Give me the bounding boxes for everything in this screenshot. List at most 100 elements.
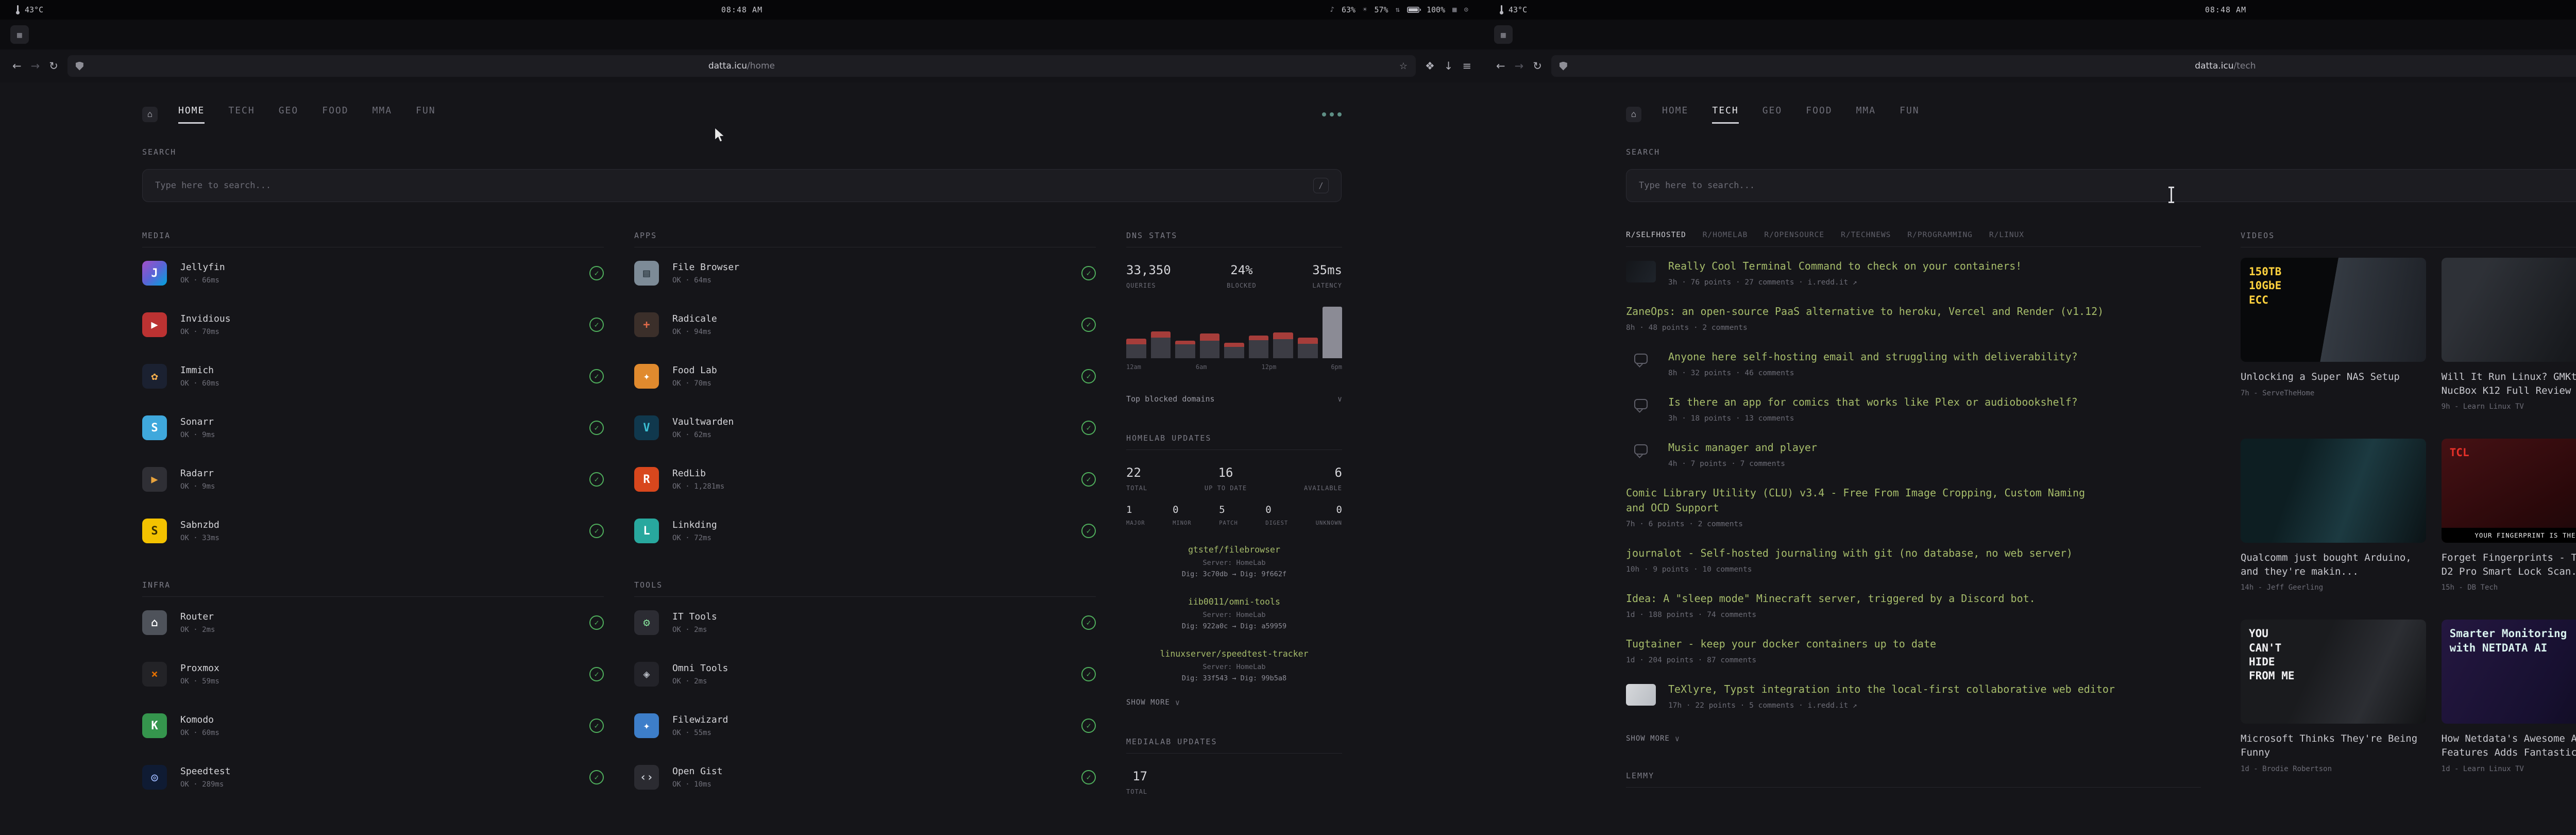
tab-food[interactable]: FOOD <box>322 105 348 124</box>
service-row[interactable]: V Vaultwarden OK · 62ms ✓ <box>634 402 1096 454</box>
search-input[interactable] <box>155 180 1313 191</box>
post-title[interactable]: Comic Library Utility (CLU) v3.4 - Free … <box>1626 486 2105 515</box>
browser-tab[interactable]: ▦ <box>10 25 29 44</box>
service-row[interactable]: ▶ Radarr OK · 9ms ✓ <box>142 454 604 505</box>
power-icon[interactable]: ⊙ <box>1464 6 1468 14</box>
update-image-name[interactable]: iib0011/omni-tools <box>1126 597 1342 607</box>
post-title[interactable]: TeXlyre, Typst integration into the loca… <box>1668 682 2115 697</box>
reddit-post[interactable]: Music manager and player 4h · 7 points ·… <box>1626 431 2201 477</box>
reload-button[interactable]: ↻ <box>49 60 58 72</box>
tray-icon[interactable]: ▦ <box>1452 6 1456 14</box>
update-image-name[interactable]: gtstef/filebrowser <box>1126 545 1342 555</box>
video-card[interactable]: Smarter Monitoring with NETDATA AI How N… <box>2442 620 2576 773</box>
service-row[interactable]: ✦ Filewizard OK · 55ms ✓ <box>634 700 1096 751</box>
tab-fun[interactable]: FUN <box>416 105 436 124</box>
service-row[interactable]: R RedLib OK · 1,281ms ✓ <box>634 454 1096 505</box>
update-image-name[interactable]: linuxserver/speedtest-tracker <box>1126 649 1342 659</box>
update-item[interactable]: gtstef/filebrowser Server: HomeLab Dig: … <box>1126 545 1342 578</box>
bookmark-star-icon[interactable]: ☆ <box>1399 61 1408 72</box>
reddit-post[interactable]: TeXlyre, Typst integration into the loca… <box>1626 673 2201 719</box>
service-row[interactable]: ✿ Immich OK · 60ms ✓ <box>142 350 604 402</box>
tab-opensource[interactable]: R/OPENSOURCE <box>1764 231 1824 239</box>
search-input[interactable] <box>1639 180 2576 191</box>
service-row[interactable]: K Komodo OK · 60ms ✓ <box>142 700 604 751</box>
post-title[interactable]: ZaneOps: an open-source PaaS alternative… <box>1626 304 2104 319</box>
video-title[interactable]: Qualcomm just bought Arduino, and they'r… <box>2241 551 2426 578</box>
post-title[interactable]: Really Cool Terminal Command to check on… <box>1668 259 2022 274</box>
video-card[interactable]: YOU CAN'T HIDE FROM ME Microsoft Thinks … <box>2241 620 2426 773</box>
url-bar[interactable]: datta.icu/home ☆ <box>67 55 1416 77</box>
tab-selfhosted[interactable]: R/SELFHOSTED <box>1626 231 1686 239</box>
search-box[interactable]: / <box>1626 169 2576 202</box>
video-thumbnail[interactable] <box>2241 439 2426 543</box>
service-row[interactable]: ✦ Food Lab OK · 70ms ✓ <box>634 350 1096 402</box>
tab-geo[interactable]: GEO <box>1762 105 1783 124</box>
reddit-post[interactable]: Idea: A "sleep mode" Minecraft server, t… <box>1626 582 2201 628</box>
service-row[interactable]: ⚙ IT Tools OK · 2ms ✓ <box>634 597 1096 648</box>
video-title[interactable]: How Netdata's Awesome AI Features Adds F… <box>2442 732 2576 759</box>
shield-icon[interactable] <box>1560 62 1567 71</box>
video-card[interactable]: Qualcomm just bought Arduino, and they'r… <box>2241 439 2426 592</box>
post-title[interactable]: Is there an app for comics that works li… <box>1668 395 2078 410</box>
reddit-post[interactable]: Is there an app for comics that works li… <box>1626 386 2201 431</box>
reddit-post[interactable]: Really Cool Terminal Command to check on… <box>1626 250 2201 295</box>
video-title[interactable]: Forget Fingerprints - The TCL D2 Pro Sma… <box>2442 551 2576 578</box>
service-row[interactable]: ▶ Invidious OK · 70ms ✓ <box>142 299 604 350</box>
service-row[interactable]: ▤ File Browser OK · 64ms ✓ <box>634 247 1096 299</box>
post-thumbnail[interactable] <box>1626 684 1656 706</box>
forward-button[interactable]: → <box>1515 60 1524 72</box>
tab-homelab[interactable]: R/HOMELAB <box>1703 231 1748 239</box>
video-card[interactable]: Will It Run Linux? GMKtec NucBox K12 Ful… <box>2442 258 2576 411</box>
post-thumbnail[interactable] <box>1626 261 1656 282</box>
url-bar[interactable]: datta.icu/tech ☆ <box>1551 55 2576 77</box>
tab-mma[interactable]: MMA <box>372 105 393 124</box>
search-box[interactable]: / <box>142 169 1342 202</box>
tab-home[interactable]: HOME <box>178 105 205 124</box>
service-row[interactable]: ‹› Open Gist OK · 10ms ✓ <box>634 751 1096 803</box>
forward-button[interactable]: → <box>31 60 40 72</box>
shield-icon[interactable] <box>76 62 83 71</box>
update-item[interactable]: linuxserver/speedtest-tracker Server: Ho… <box>1126 649 1342 682</box>
back-button[interactable]: ← <box>12 60 22 72</box>
post-title[interactable]: Idea: A "sleep mode" Minecraft server, t… <box>1626 591 2036 606</box>
tab-technews[interactable]: R/TECHNEWS <box>1841 231 1891 239</box>
video-thumbnail[interactable]: YOU CAN'T HIDE FROM ME <box>2241 620 2426 724</box>
back-button[interactable]: ← <box>1496 60 1505 72</box>
service-row[interactable]: ⌂ Router OK · 2ms ✓ <box>142 597 604 648</box>
reddit-post[interactable]: Tugtainer - keep your docker containers … <box>1626 628 2201 673</box>
tab-linux[interactable]: R/LINUX <box>1989 231 2024 239</box>
service-row[interactable]: J Jellyfin OK · 66ms ✓ <box>142 247 604 299</box>
tab-geo[interactable]: GEO <box>279 105 299 124</box>
video-card[interactable]: 150TB 10GbE ECC Unlocking a Super NAS Se… <box>2241 258 2426 411</box>
video-thumbnail[interactable]: 150TB 10GbE ECC <box>2241 258 2426 362</box>
video-card[interactable]: TCL YOUR FINGERPRINT IS THE KEY Forget F… <box>2442 439 2576 592</box>
service-row[interactable]: S Sonarr OK · 9ms ✓ <box>142 402 604 454</box>
reddit-post[interactable]: journalot - Self-hosted journaling with … <box>1626 537 2201 582</box>
video-title[interactable]: Unlocking a Super NAS Setup <box>2241 370 2426 384</box>
menu-icon[interactable]: ≡ <box>1462 60 1471 72</box>
tab-home[interactable]: HOME <box>1662 105 1688 124</box>
tab-mma[interactable]: MMA <box>1856 105 1876 124</box>
downloads-icon[interactable]: ↓ <box>1444 60 1453 72</box>
extensions-icon[interactable]: ❖ <box>1425 60 1435 72</box>
top-blocked-domains-toggle[interactable]: Top blocked domains ∨ <box>1126 394 1342 404</box>
tab-programming[interactable]: R/PROGRAMMING <box>1907 231 1973 239</box>
service-row[interactable]: L Linkding OK · 72ms ✓ <box>634 505 1096 557</box>
reddit-post[interactable]: Anyone here self-hosting email and strug… <box>1626 341 2201 386</box>
page-menu-dots[interactable] <box>1322 112 1342 116</box>
update-item[interactable]: iib0011/omni-tools Server: HomeLab Dig: … <box>1126 597 1342 630</box>
service-row[interactable]: + Radicale OK · 94ms ✓ <box>634 299 1096 350</box>
video-title[interactable]: Microsoft Thinks They're Being Funny <box>2241 732 2426 759</box>
post-title[interactable]: Anyone here self-hosting email and strug… <box>1668 349 2078 364</box>
show-more-button[interactable]: SHOW MORE ∨ <box>1126 698 1342 707</box>
tab-fun[interactable]: FUN <box>1900 105 1920 124</box>
service-row[interactable]: × Proxmox OK · 59ms ✓ <box>142 648 604 700</box>
show-more-button[interactable]: SHOW MORE ∨ <box>1626 734 2201 743</box>
service-row[interactable]: ◈ Omni Tools OK · 2ms ✓ <box>634 648 1096 700</box>
brightness-icon[interactable]: ☀ <box>1363 6 1367 14</box>
reload-button[interactable]: ↻ <box>1533 60 1542 72</box>
service-row[interactable]: S Sabnzbd OK · 33ms ✓ <box>142 505 604 557</box>
post-title[interactable]: journalot - Self-hosted journaling with … <box>1626 546 2073 561</box>
network-icon[interactable]: ⇅ <box>1396 6 1400 14</box>
reddit-post[interactable]: Comic Library Utility (CLU) v3.4 - Free … <box>1626 477 2201 537</box>
